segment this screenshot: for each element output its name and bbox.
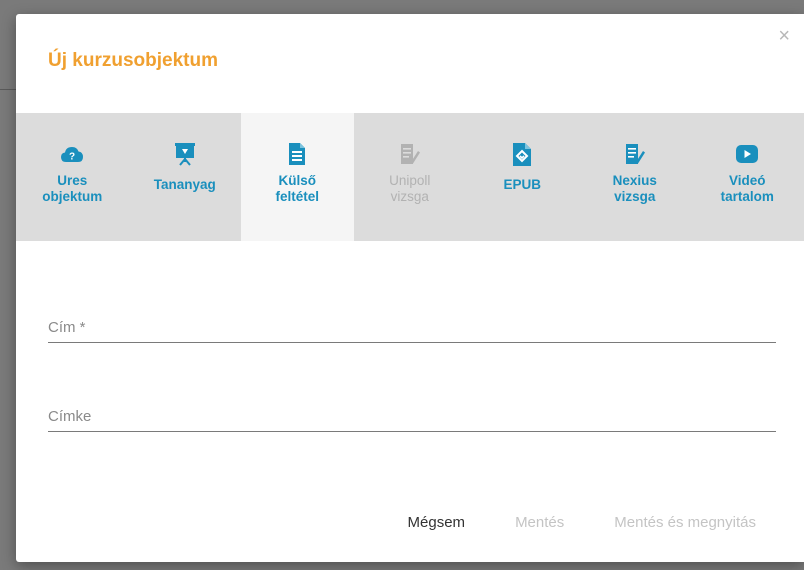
tab-learning-material[interactable]: Tananyag <box>129 113 242 241</box>
tab-label: EPUB <box>503 177 541 192</box>
cloud-question-icon: ? <box>59 141 85 167</box>
epub-book-icon <box>509 141 535 167</box>
dialog-actions: Mégsem Mentés Mentés és megnyitás <box>408 508 756 537</box>
new-course-object-dialog: Új kurzusobjektum × ? Ures objektum Tana… <box>16 14 804 562</box>
tab-nexius-exam[interactable]: Nexius vizsga <box>579 113 692 241</box>
label-input[interactable] <box>48 408 776 431</box>
document-pencil-icon <box>397 141 423 167</box>
tab-external-condition[interactable]: Külső feltétel <box>241 113 354 241</box>
tab-label: Külső feltétel <box>275 173 319 204</box>
cancel-button[interactable]: Mégsem <box>408 508 466 537</box>
object-type-tabs: ? Ures objektum Tananyag Külső feltétel … <box>16 113 804 241</box>
presentation-board-icon <box>172 141 198 167</box>
tab-label: Unipoll vizsga <box>389 173 431 204</box>
title-field <box>48 319 776 343</box>
label-field <box>48 408 776 432</box>
tab-empty-object[interactable]: ? Ures objektum <box>16 113 129 241</box>
tab-label: Videó tartalom <box>720 173 774 204</box>
tab-label: Nexius vizsga <box>612 173 657 204</box>
save-button[interactable]: Mentés <box>515 508 564 537</box>
tab-epub[interactable]: EPUB <box>466 113 579 241</box>
tab-video-content[interactable]: Videó tartalom <box>691 113 804 241</box>
svg-text:?: ? <box>69 152 75 163</box>
save-and-open-button[interactable]: Mentés és megnyitás <box>614 508 756 537</box>
document-pencil-icon <box>622 141 648 167</box>
play-icon <box>734 141 760 167</box>
close-icon[interactable]: × <box>778 26 790 46</box>
title-input[interactable] <box>48 319 776 342</box>
dialog-title: Új kurzusobjektum <box>48 50 218 71</box>
tab-label: Tananyag <box>153 177 216 192</box>
document-lines-icon <box>284 141 310 167</box>
tab-label: Ures objektum <box>42 173 103 204</box>
tab-unipoll-exam: Unipoll vizsga <box>354 113 467 241</box>
